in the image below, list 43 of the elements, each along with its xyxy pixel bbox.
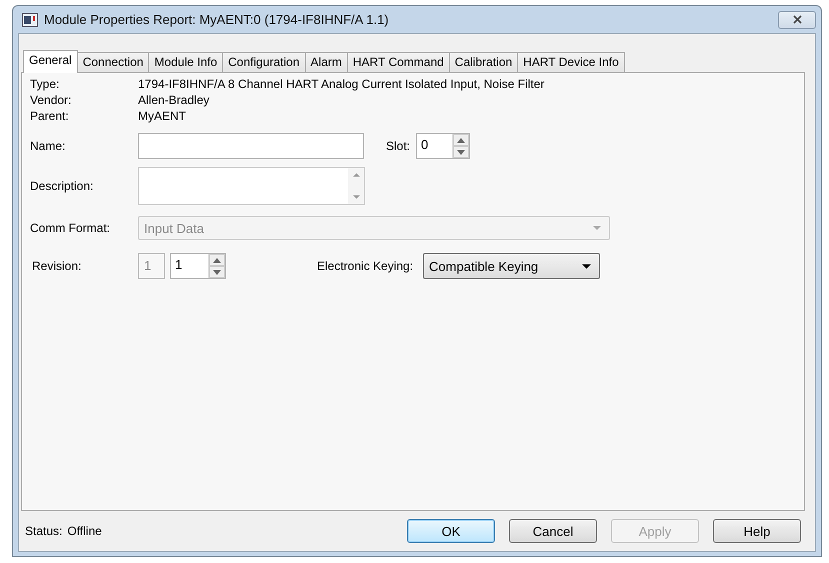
- dialog-button[interactable]: Help: [713, 519, 801, 543]
- field-label: Parent:: [30, 109, 70, 123]
- tab[interactable]: General: [23, 50, 78, 73]
- name-input-field[interactable]: [138, 133, 364, 159]
- window-icon: [22, 12, 38, 26]
- dialog-button[interactable]: OK: [407, 519, 495, 543]
- up-arrow-icon[interactable]: [457, 138, 466, 142]
- dropdown[interactable]: Compatible Keying: [423, 253, 600, 279]
- description-input-field[interactable]: [138, 167, 365, 205]
- close-icon: [792, 15, 802, 24]
- tab[interactable]: Calibration: [448, 52, 518, 72]
- field-value: Allen-Bradley: [138, 93, 210, 107]
- field-label: Electronic Keying:: [317, 259, 414, 273]
- down-arrow-icon[interactable]: [213, 270, 221, 274]
- dialog-button[interactable]: Cancel: [509, 519, 597, 543]
- tab[interactable]: HART Command: [346, 52, 450, 72]
- status-label: Status:: [24, 524, 62, 538]
- field-label: Description:: [30, 179, 94, 193]
- dropdown-arrow-icon: [593, 226, 601, 230]
- field-label: Slot:: [386, 139, 410, 153]
- major-revision-field: 1: [138, 253, 165, 279]
- field-label: Revision:: [31, 259, 82, 273]
- dropdown-arrow-icon: [582, 264, 592, 268]
- field-label: Type:: [30, 77, 60, 91]
- close-button[interactable]: [778, 10, 816, 28]
- field-value: MyAENT: [138, 109, 187, 123]
- scroll-up-icon[interactable]: [352, 173, 360, 177]
- down-arrow-icon[interactable]: [457, 150, 466, 154]
- scroll-down-icon[interactable]: [352, 195, 360, 199]
- tab[interactable]: Alarm: [304, 52, 348, 72]
- field-label: Comm Format:: [30, 221, 112, 235]
- status-value: Offline: [66, 524, 102, 538]
- field-label: Vendor:: [30, 93, 72, 107]
- spin-field[interactable]: 0: [416, 133, 470, 159]
- tab[interactable]: Connection: [76, 52, 150, 72]
- window-title: Module Properties Report: MyAENT:0 (1794-IF8IHNF/A 1.1): [44, 12, 390, 27]
- field-value: 1794-IF8IHNF/A 8 Channel HART Analog Current Isolated Input, Noise Filter: [138, 77, 546, 91]
- tab[interactable]: Configuration: [222, 52, 306, 72]
- tab[interactable]: HART Device Info: [517, 52, 625, 72]
- tab[interactable]: Module Info: [148, 52, 224, 72]
- field-label: Name:: [30, 139, 66, 153]
- up-arrow-icon[interactable]: [213, 258, 221, 262]
- spin-field[interactable]: 1: [170, 253, 226, 279]
